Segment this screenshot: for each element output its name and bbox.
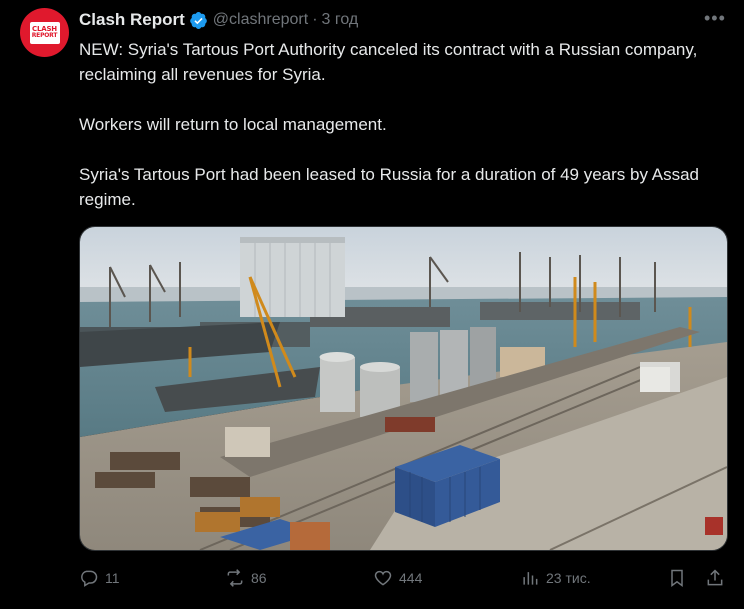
views-count: 23 тис.: [546, 570, 591, 586]
repost-count: 86: [251, 570, 267, 586]
tweet-paragraph-2: Workers will return to local management.: [79, 115, 387, 134]
tweet-text: NEW: Syria's Tartous Port Authority canc…: [79, 37, 729, 212]
author-name[interactable]: Clash Report: [79, 10, 185, 30]
bookmark-button[interactable]: [667, 566, 687, 590]
tweet-action-bar: 11 86 444 23 тис.: [79, 566, 729, 590]
reply-icon: [81, 570, 98, 587]
repost-icon: [227, 569, 243, 587]
avatar-logo: CLASH REPORT: [29, 21, 60, 44]
more-icon[interactable]: •••: [704, 8, 726, 29]
reply-count: 11: [105, 570, 120, 586]
bookmark-icon: [671, 569, 683, 587]
share-icon: [707, 569, 723, 586]
tweet-header: Clash Report @clashreport · 3 год: [79, 9, 358, 31]
verified-badge-icon: [189, 11, 207, 29]
views-button[interactable]: 23 тис.: [520, 566, 591, 590]
author-handle[interactable]: @clashreport: [213, 11, 308, 29]
avatar-logo-line2: REPORT: [31, 32, 58, 39]
tweet-timestamp[interactable]: 3 год: [322, 11, 359, 29]
like-count: 444: [399, 570, 423, 586]
port-photo-image: [80, 227, 727, 550]
share-button[interactable]: [705, 566, 725, 590]
tweet-paragraph-1: NEW: Syria's Tartous Port Authority canc…: [79, 40, 698, 84]
reply-button[interactable]: 11: [79, 566, 120, 590]
tweet-photo[interactable]: [79, 226, 728, 551]
author-avatar[interactable]: CLASH REPORT: [20, 8, 69, 57]
like-icon: [374, 570, 392, 586]
views-icon: [523, 572, 538, 585]
separator-dot: ·: [312, 11, 318, 28]
tweet-paragraph-3: Syria's Tartous Port had been leased to …: [79, 165, 700, 209]
like-button[interactable]: 444: [373, 566, 422, 590]
repost-button[interactable]: 86: [225, 566, 267, 590]
